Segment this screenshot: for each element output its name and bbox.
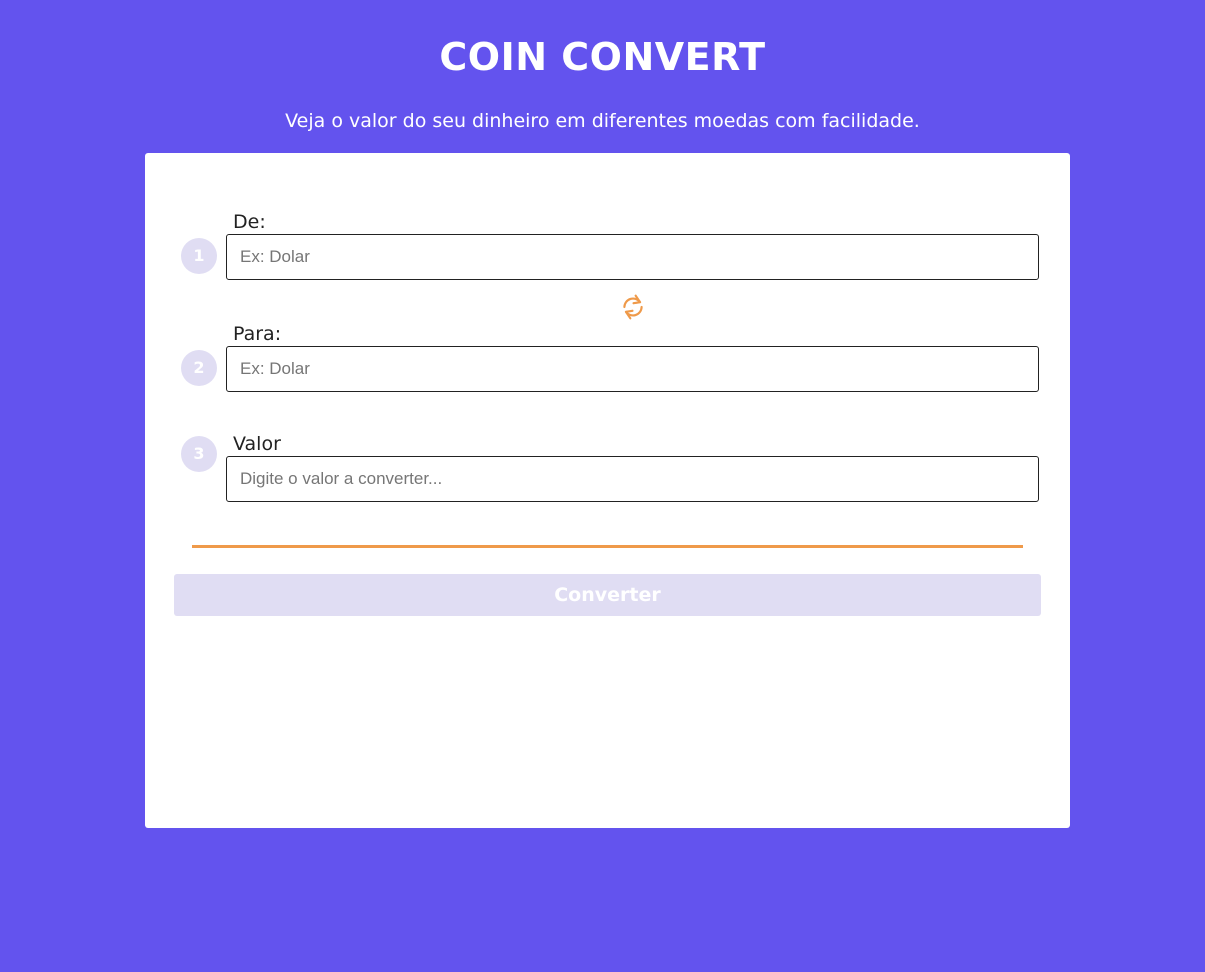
swap-arrows-icon[interactable] — [620, 293, 646, 321]
to-currency-input[interactable] — [226, 346, 1039, 392]
amount-input[interactable] — [226, 456, 1039, 502]
convert-button[interactable]: Converter — [174, 574, 1041, 616]
page-subtitle: Veja o valor do seu dinheiro em diferent… — [285, 110, 920, 132]
converter-card: 1 De: 2 Para: 3 Valor Converter — [145, 153, 1070, 828]
from-label: De: — [233, 211, 266, 233]
step-badge-1: 1 — [181, 238, 217, 274]
to-label: Para: — [233, 323, 282, 345]
result-divider — [192, 545, 1023, 548]
amount-label: Valor — [233, 433, 281, 455]
from-currency-input[interactable] — [226, 234, 1039, 280]
step-badge-3: 3 — [181, 436, 217, 472]
step-badge-2: 2 — [181, 350, 217, 386]
page-title: COIN CONVERT — [439, 35, 766, 79]
